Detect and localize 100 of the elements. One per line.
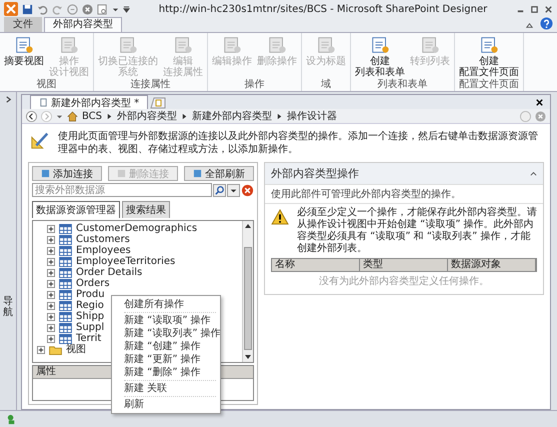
panel-tab[interactable]: 搜索结果 [122,201,170,218]
new-tab-icon[interactable] [150,97,166,109]
square-icon [193,169,202,178]
table-icon [59,290,72,300]
menu-item[interactable]: 创建所有操作 [112,298,220,311]
search-icon[interactable] [213,184,226,196]
breadcrumb-link[interactable]: 外部内容类型 [117,109,178,123]
customize-icon[interactable] [123,6,130,12]
chevron-right-icon [181,112,188,120]
tree-item[interactable]: Suppl [76,322,104,333]
expand-icon[interactable] [47,224,55,232]
breadcrumb-link[interactable]: 操作设计器 [287,109,338,123]
clear-icon[interactable] [241,184,254,196]
home-icon[interactable] [67,110,78,122]
menu-item[interactable]: 新建 “读取列表” 操作 [112,327,220,340]
expand-icon[interactable] [47,290,55,298]
ribbon-button[interactable]: 创建 配置文件页面 [457,35,521,79]
tree-item[interactable]: Territ [76,333,102,344]
column-header[interactable]: 数据源对象 [448,259,536,271]
dropdown-icon[interactable] [227,184,240,196]
table-icon [59,246,72,256]
breadcrumb-link[interactable]: BCS [82,110,102,122]
ribbon-group-label: 域 [320,79,332,91]
save-icon[interactable] [22,4,33,14]
preview-icon[interactable] [97,4,108,14]
tree-item[interactable]: Customers [76,234,130,245]
expand-icon[interactable] [47,280,55,288]
collapse-icon[interactable] [530,170,537,177]
chevron-right-icon [106,112,114,120]
file-tab[interactable]: 文件 [4,17,42,32]
expand-icon[interactable] [37,346,45,354]
search-field[interactable]: 搜索外部数据源 [32,183,212,197]
ribbon-group-label: 视图 [36,79,58,91]
document-tab[interactable]: 新建外部内容类型 * [30,95,148,109]
ribbon-button[interactable]: 创建 列表和表单 [353,35,407,79]
breadcrumb-link[interactable]: 新建外部内容类型 [192,109,272,123]
document-icon [420,35,440,55]
table-icon [59,234,72,244]
dropdown-icon[interactable] [112,6,119,12]
column-header[interactable]: 类型 [360,259,448,271]
restore-icon[interactable] [530,4,539,14]
toolbar-button[interactable]: 添加连接 [32,166,102,181]
document-icon [267,35,287,55]
empty-message: 没有为此外部内容类型定义任何操作。 [318,274,490,289]
document-icon [118,35,138,55]
toolbar-button[interactable]: 全部刷新 [184,166,254,181]
menu-item[interactable]: 新建 关联 [112,382,220,395]
square-icon [41,169,50,178]
ribbon-button[interactable]: 摘要视图 [2,35,46,79]
back-icon[interactable] [26,110,37,122]
tree-item[interactable]: Orders [76,278,110,289]
expand-icon[interactable] [47,334,55,342]
tree-item[interactable]: Regio [76,300,104,311]
document-icon [14,35,34,55]
panel-title: 外部内容类型操作 [271,166,360,181]
expand-pane-icon[interactable] [4,96,12,102]
square-icon [117,169,126,178]
expand-icon[interactable] [47,268,55,276]
tree-item[interactable]: CustomerDemographics [76,223,198,234]
stop-icon[interactable] [82,4,93,14]
connection-status-icon [6,414,17,424]
close-icon[interactable] [544,4,553,14]
ribbon-tab[interactable]: 外部内容类型 [44,17,122,32]
panel-tab[interactable]: 数据源资源管理器 [32,201,120,218]
tree-item[interactable]: Employees [76,245,131,256]
collapse-ribbon-icon[interactable] [525,21,534,30]
document-icon [39,98,48,107]
column-header[interactable]: 名称 [272,259,360,271]
menu-item[interactable]: 新建 “更新” 操作 [112,353,220,366]
help-icon[interactable] [540,17,553,30]
table-icon [59,300,72,310]
expand-icon[interactable] [47,312,55,320]
close-icon[interactable] [535,98,544,107]
ribbon-group-label: 连接属性 [130,79,172,91]
menu-item[interactable]: 刷新 [112,398,220,411]
table-icon [59,312,72,322]
scroll-up-icon[interactable] [244,222,252,230]
tree-item[interactable]: Order Details [76,267,142,278]
scroll-down-icon[interactable] [244,353,252,361]
expand-icon[interactable] [47,324,55,332]
menu-item[interactable]: 新建 “读取项” 操作 [112,314,220,327]
expand-icon[interactable] [47,246,55,254]
document-icon [59,35,79,55]
undo-icon[interactable] [37,4,48,14]
scrollbar[interactable] [242,221,253,362]
tree-item[interactable]: EmployeeTerritories [76,256,176,267]
tree-item[interactable]: Shipp [76,311,104,322]
expand-icon[interactable] [47,302,55,310]
navigation-pane[interactable]: 导航 [0,92,17,410]
ribbon-group-label: 列表和表单 [376,79,428,91]
expand-icon[interactable] [47,236,55,244]
menu-item[interactable]: 新建 “删除” 操作 [112,366,220,379]
tree-item[interactable]: 视图 [66,344,86,355]
menu-item[interactable]: 新建 “创建” 操作 [112,340,220,353]
table-icon [59,322,72,332]
document-icon [479,35,499,55]
document-icon [173,35,193,55]
warning-message: 必须至少定义一个操作，才能保存此外部内容类型。请从操作设计视图中开始创建 “读取项” 操作。此外部内容类型必须具有 “读取项” 和 “读取列表” 操作，才能创建外部列表。 [297,207,537,255]
expand-icon[interactable] [47,258,55,266]
tree-item[interactable]: Produ [76,289,105,300]
